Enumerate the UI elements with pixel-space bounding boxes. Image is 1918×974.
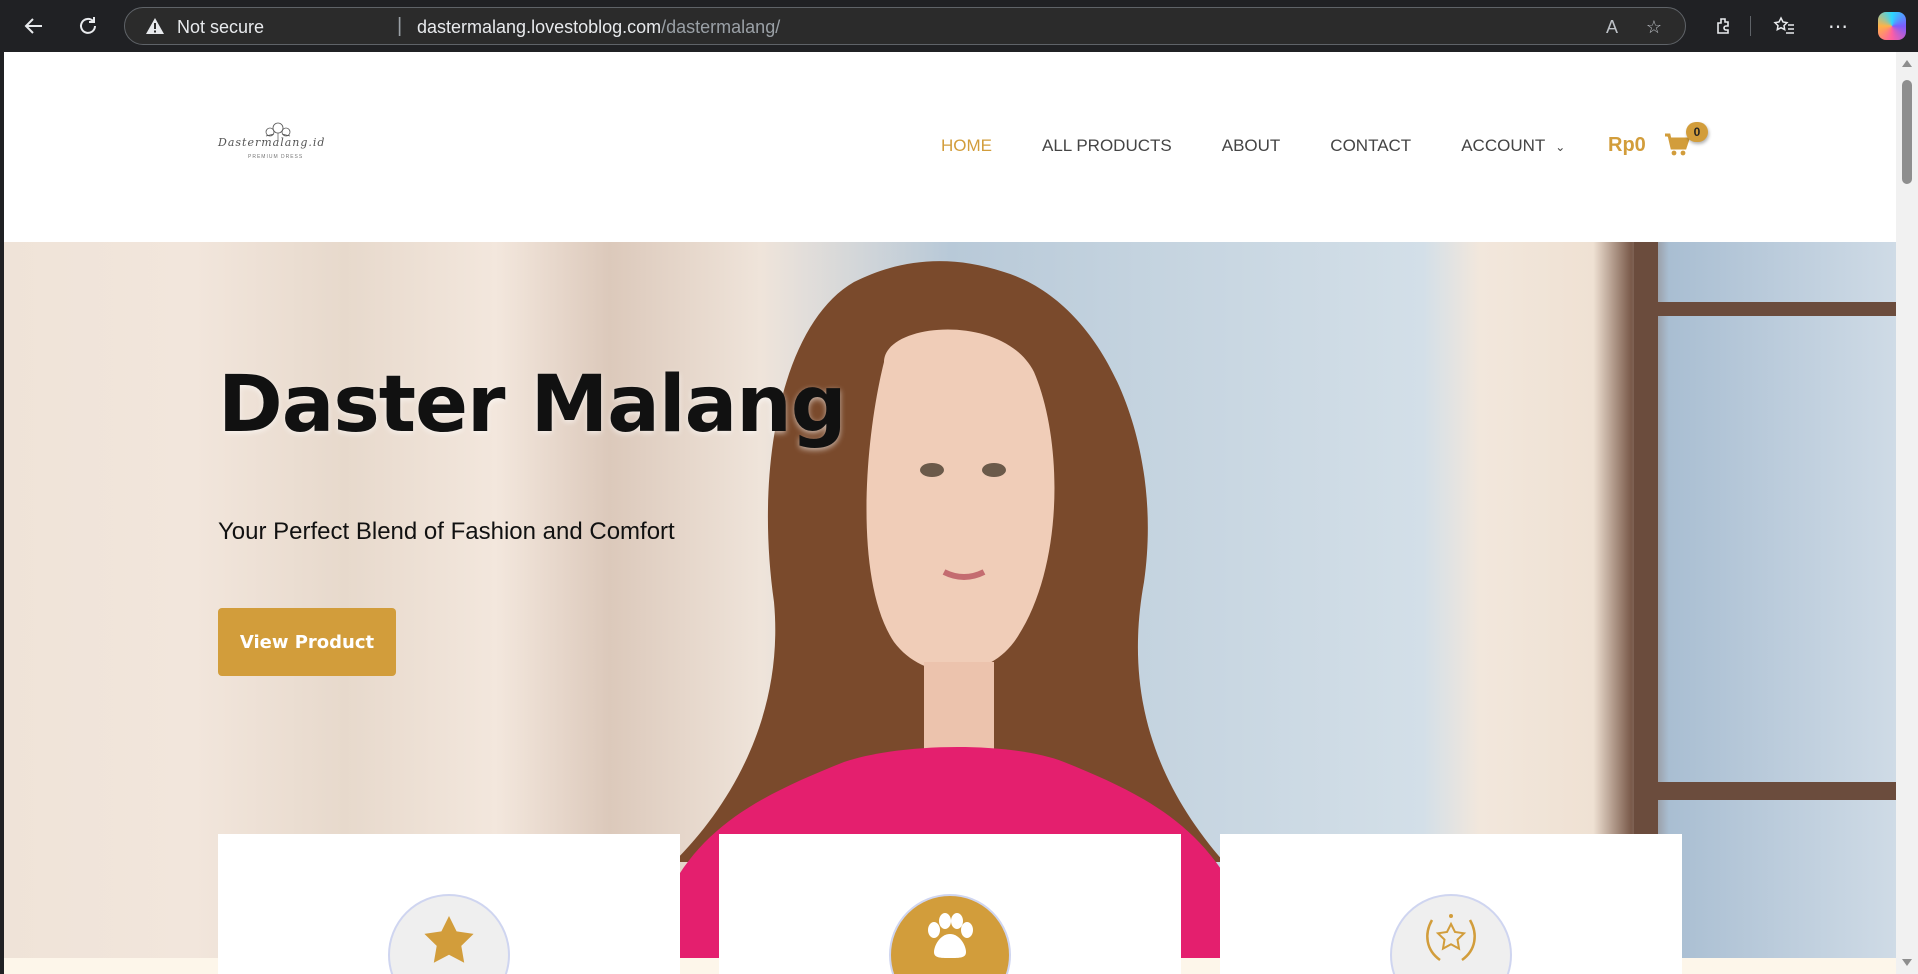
logo-subtitle: PREMIUM DRESS xyxy=(248,154,304,160)
back-icon[interactable] xyxy=(18,10,50,42)
star-icon xyxy=(424,916,474,963)
cart-count: 0 xyxy=(1693,125,1701,139)
chevron-down-icon: ⌄ xyxy=(1555,139,1566,154)
vertical-scrollbar[interactable] xyxy=(1896,52,1918,974)
nav-account[interactable]: ACCOUNT ⌄ xyxy=(1461,136,1565,156)
nav-contact[interactable]: CONTACT xyxy=(1330,136,1411,156)
nav-all-products[interactable]: ALL PRODUCTS xyxy=(1042,136,1172,156)
cart-total[interactable]: Rp0 xyxy=(1608,134,1646,157)
cart-count-badge[interactable]: 0 xyxy=(1686,122,1708,142)
paw-icon xyxy=(928,913,973,958)
feature-icon-circle xyxy=(889,894,1011,974)
logo-text: Dastermalang.id xyxy=(218,136,326,149)
more-icon[interactable]: ⋯ xyxy=(1822,10,1854,42)
hero-window-bar-top xyxy=(1658,302,1896,316)
feature-icon-circle xyxy=(388,894,510,974)
browser-toolbar: Not secure | dastermalang.lovestoblog.co… xyxy=(0,0,1918,52)
warning-icon[interactable] xyxy=(145,17,165,40)
scroll-up-icon[interactable] xyxy=(1902,60,1912,67)
favorite-star-icon[interactable]: ☆ xyxy=(1641,14,1667,40)
toolbar-divider xyxy=(1750,16,1751,36)
scrollbar-thumb[interactable] xyxy=(1902,80,1912,184)
refresh-icon[interactable] xyxy=(72,10,104,42)
favorites-icon[interactable] xyxy=(1768,10,1800,42)
hero-tagline: Your Perfect Blend of Fashion and Comfor… xyxy=(218,518,675,545)
feature-card-2 xyxy=(719,834,1181,974)
url-text[interactable]: dastermalang.lovestoblog.com/dastermalan… xyxy=(417,17,780,38)
feature-card-1 xyxy=(218,834,680,974)
site-header: Dastermalang.id PREMIUM DRESS HOME ALL P… xyxy=(4,52,1896,242)
feature-icon-circle xyxy=(1390,894,1512,974)
scroll-down-icon[interactable] xyxy=(1902,959,1912,966)
feature-card-3 xyxy=(1220,834,1682,974)
address-bar[interactable]: Not secure | dastermalang.lovestoblog.co… xyxy=(124,7,1686,45)
nav-home[interactable]: HOME xyxy=(941,136,992,156)
laurel-star-icon xyxy=(1426,914,1476,962)
nav-about[interactable]: ABOUT xyxy=(1222,136,1281,156)
read-aloud-icon[interactable]: A xyxy=(1599,14,1625,40)
page-viewport: Dastermalang.id PREMIUM DRESS HOME ALL P… xyxy=(4,52,1896,974)
extensions-icon[interactable] xyxy=(1708,10,1740,42)
view-product-button[interactable]: View Product xyxy=(218,608,396,676)
hero-title: Daster Malang xyxy=(218,360,847,450)
site-logo[interactable]: Dastermalang.id PREMIUM DRESS xyxy=(218,118,334,168)
security-label[interactable]: Not secure xyxy=(177,17,264,38)
url-separator: | xyxy=(397,15,403,37)
main-navigation: HOME ALL PRODUCTS ABOUT CONTACT ACCOUNT ⌄ xyxy=(941,136,1615,156)
copilot-icon[interactable] xyxy=(1878,12,1906,40)
url-path: /dastermalang/ xyxy=(661,17,781,37)
hero-window-bar xyxy=(1658,782,1896,800)
url-host: dastermalang.lovestoblog.com xyxy=(417,17,662,37)
nav-account-label: ACCOUNT xyxy=(1461,136,1546,155)
